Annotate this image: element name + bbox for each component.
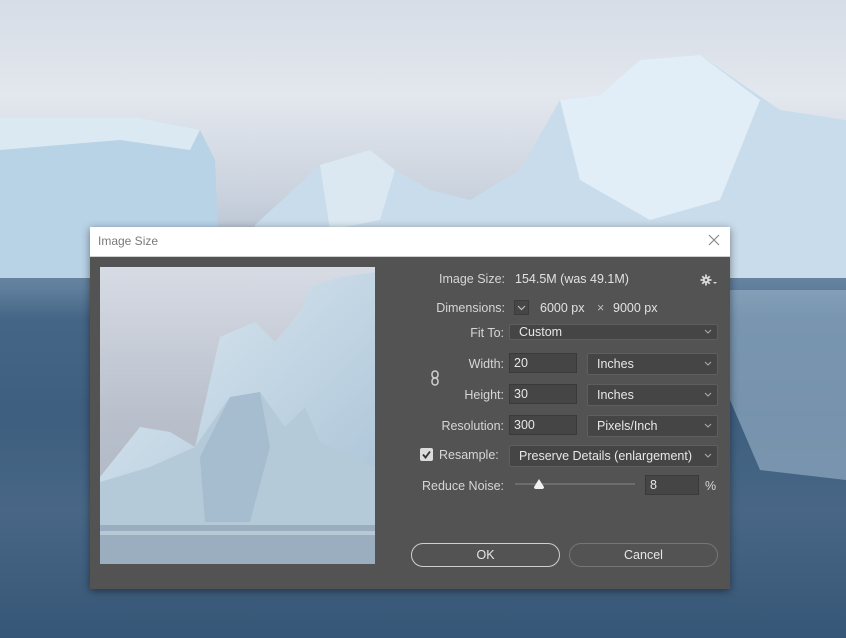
dimensions-height-px: 9000 px	[613, 301, 658, 315]
checkmark-icon	[422, 450, 431, 459]
resolution-unit-select[interactable]: Pixels/Inch	[587, 415, 718, 437]
height-input[interactable]	[509, 384, 577, 404]
width-unit-value: Inches	[597, 357, 634, 371]
reduce-noise-unit: %	[705, 479, 717, 493]
dimensions-toggle[interactable]	[514, 300, 529, 315]
dimensions-width-px: 6000 px	[540, 301, 585, 315]
resample-label: Resample:	[439, 448, 499, 462]
resolution-label: Resolution:	[441, 419, 504, 433]
reduce-noise-slider-thumb[interactable]	[533, 478, 545, 490]
resample-method-select[interactable]: Preserve Details (enlargement)	[509, 445, 718, 467]
cancel-button[interactable]: Cancel	[569, 543, 718, 567]
fit-to-select[interactable]: Custom	[509, 324, 718, 340]
image-size-dialog: Image Size Image Size: 154.5M (was 49.1M…	[90, 227, 730, 589]
chevron-down-icon	[704, 361, 712, 366]
close-icon[interactable]	[706, 232, 722, 248]
resolution-input[interactable]	[509, 415, 577, 435]
dimensions-label: Dimensions:	[436, 301, 505, 315]
gear-icon[interactable]	[700, 273, 718, 287]
resample-method-value: Preserve Details (enlargement)	[519, 449, 692, 463]
width-unit-select[interactable]: Inches	[587, 353, 718, 375]
fit-to-value: Custom	[519, 325, 563, 339]
dimensions-times: ×	[597, 301, 605, 315]
image-size-value: 154.5M (was 49.1M)	[515, 272, 629, 286]
height-unit-select[interactable]: Inches	[587, 384, 718, 406]
height-label: Height:	[464, 388, 504, 402]
ok-button[interactable]: OK	[411, 543, 560, 567]
reduce-noise-input[interactable]	[645, 475, 699, 495]
link-icon[interactable]	[430, 370, 440, 386]
chevron-down-icon	[704, 423, 712, 428]
resolution-unit-value: Pixels/Inch	[597, 419, 658, 433]
chevron-down-icon	[517, 305, 526, 311]
image-preview[interactable]	[100, 267, 375, 564]
height-unit-value: Inches	[597, 388, 634, 402]
chevron-down-icon	[704, 329, 712, 334]
fit-to-label: Fit To:	[470, 326, 504, 340]
chevron-down-icon	[704, 453, 712, 458]
reduce-noise-label: Reduce Noise:	[422, 479, 504, 493]
dialog-title: Image Size	[98, 234, 159, 248]
width-label: Width:	[468, 357, 504, 371]
image-size-label: Image Size:	[438, 272, 505, 286]
preview-image	[100, 267, 375, 564]
width-input[interactable]	[509, 353, 577, 373]
dialog-titlebar: Image Size	[90, 227, 730, 257]
resample-checkbox[interactable]	[420, 448, 433, 461]
chevron-down-icon	[704, 392, 712, 397]
